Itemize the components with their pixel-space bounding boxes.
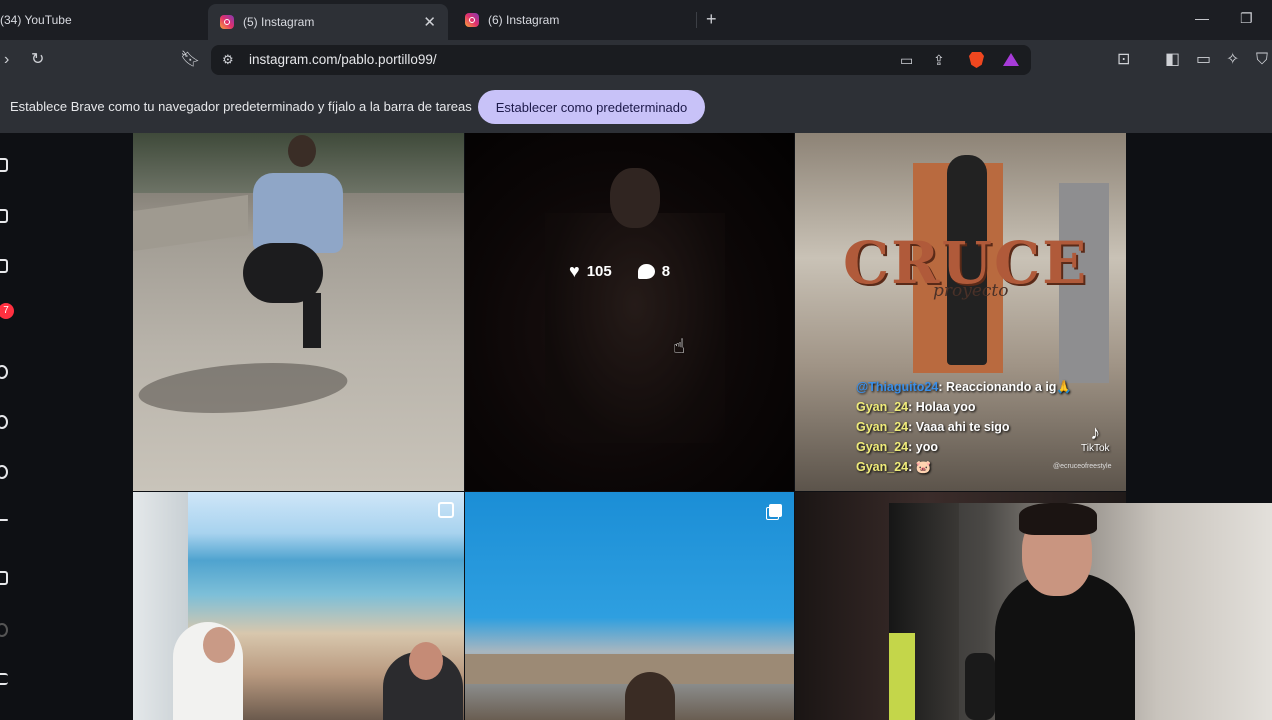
site-info-icon[interactable]: ⚙ (222, 52, 234, 68)
tab-title: (34) YouTube (0, 13, 72, 27)
instagram-favicon-icon (465, 13, 479, 27)
reel-icon (438, 502, 454, 518)
url-text[interactable]: instagram.com/pablo.portillo99/ (249, 52, 437, 67)
chat-line: Gyan_24: Holaa yoo (856, 400, 976, 414)
brave-shield-icon[interactable] (969, 52, 984, 68)
comments-stat: 8 (637, 261, 671, 282)
person-head (288, 135, 316, 167)
instagram-sidebar: 7 (0, 133, 30, 720)
create-icon[interactable] (0, 519, 8, 521)
cast-icon[interactable]: ▭ (900, 52, 913, 69)
building-roof (465, 654, 794, 684)
post-thumbnail[interactable]: CRUCE proyecto @Thiaguito24: Reaccionand… (795, 133, 1126, 491)
minimize-button[interactable]: — (1195, 10, 1209, 26)
brave-rewards-icon[interactable] (1003, 53, 1019, 66)
search-icon[interactable] (0, 365, 8, 379)
hand-cursor-icon: ☝ (673, 336, 686, 358)
set-default-button[interactable]: Establecer como predeterminado (478, 90, 705, 124)
likes-count: 105 (586, 263, 612, 280)
sidebar-icon[interactable]: ◧ (1165, 50, 1180, 70)
infobar-message: Establece Brave como tu navegador predet… (10, 99, 472, 114)
tab-title: (6) Instagram (488, 13, 560, 27)
threads-icon[interactable] (0, 623, 8, 637)
ai-sparkle-icon[interactable]: ✧ (1226, 50, 1239, 70)
bench (133, 194, 248, 252)
restore-button[interactable]: ❐ (1240, 10, 1253, 27)
post-stats: ♥ 105 8 (569, 261, 670, 282)
reload-icon[interactable]: ↻ (31, 50, 44, 70)
address-bar[interactable]: ⚙ instagram.com/pablo.portillo99/ ▭ ⇪ (211, 45, 1031, 75)
watermark-handle: @ecruceofreestyle (1053, 463, 1112, 470)
carousel-icon (769, 504, 782, 517)
home-icon[interactable] (0, 209, 8, 223)
chat-line: Gyan_24: 🐷 (856, 460, 932, 474)
post-thumbnail[interactable] (133, 133, 464, 491)
reels-icon[interactable] (0, 259, 8, 273)
tiktok-label: TikTok (1081, 443, 1110, 454)
instagram-favicon-icon (220, 15, 234, 29)
person-shirt (253, 173, 343, 253)
tab-youtube[interactable]: (34) YouTube (0, 4, 200, 36)
post-thumbnail[interactable] (133, 492, 464, 720)
menu-icon[interactable] (0, 673, 8, 685)
post-thumbnail[interactable] (465, 492, 794, 720)
chat-line: Gyan_24: yoo (856, 440, 938, 454)
notifications-badge[interactable]: 7 (0, 303, 14, 319)
cruce-subtitle: proyecto (933, 281, 1009, 301)
streamer-hair (1019, 503, 1097, 535)
tiktok-icon: ♪ (1090, 422, 1101, 444)
default-browser-infobar: Establece Brave como tu navegador predet… (0, 80, 1272, 133)
can (889, 633, 915, 720)
post-thumbnail-hovered[interactable]: ♥ 105 8 (465, 133, 794, 491)
tab-instagram-active[interactable]: (5) Instagram ✕ (208, 4, 448, 40)
wallet-icon[interactable]: ▭ (1196, 50, 1211, 70)
explore-icon[interactable] (0, 415, 8, 429)
chat-line: Gyan_24: Vaaa ahi te sigo (856, 420, 1010, 434)
likes-stat: ♥ 105 (569, 261, 612, 282)
messages-icon[interactable] (0, 465, 8, 479)
person-right-head (409, 642, 443, 680)
forward-icon[interactable]: › (4, 50, 9, 70)
person-shadow (133, 363, 373, 413)
vpn-shield-icon[interactable]: ⛉ (1256, 50, 1268, 70)
share-icon[interactable]: ⇪ (933, 52, 945, 69)
comments-count: 8 (661, 263, 671, 280)
chat-line: @Thiaguito24: Reaccionando a ig🙏 (856, 380, 1072, 394)
tab-strip: (34) YouTube (5) Instagram ✕ (6) Instagr… (0, 0, 1272, 40)
bookmark-icon[interactable]: 🔖︎ (180, 50, 200, 70)
heart-icon: ♥ (569, 261, 580, 281)
person-left-head (203, 627, 235, 663)
person-head (625, 672, 675, 720)
comment-icon (637, 264, 655, 279)
person-leg (303, 293, 321, 348)
instagram-logo-icon[interactable] (0, 158, 8, 172)
tiktok-logo: ♪ TikTok (1081, 423, 1110, 454)
hover-overlay (465, 133, 794, 491)
close-tab-icon[interactable]: ✕ (423, 13, 436, 31)
microphone (965, 653, 995, 720)
webcam-overlay (889, 503, 1272, 720)
leo-icon[interactable]: ⊡ (1117, 50, 1130, 70)
tab-title: (5) Instagram (243, 15, 315, 29)
profile-icon[interactable] (0, 571, 8, 585)
tab-separator (696, 12, 697, 28)
tab-instagram[interactable]: (6) Instagram (465, 4, 695, 36)
new-tab-button[interactable]: + (706, 9, 717, 30)
